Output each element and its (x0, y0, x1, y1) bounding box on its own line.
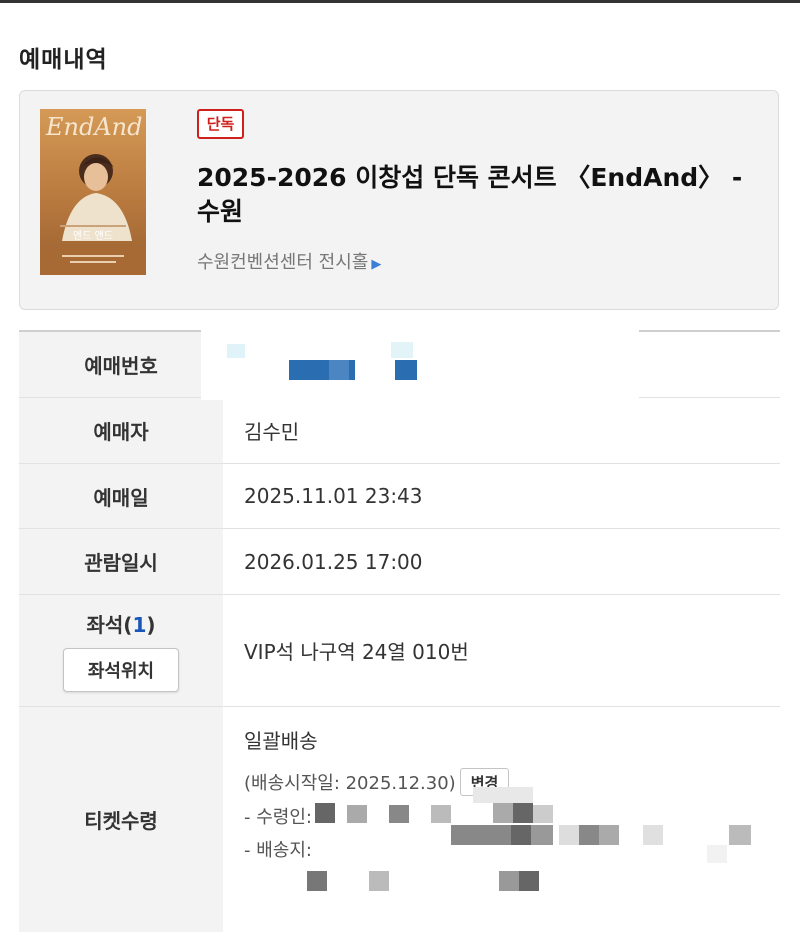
redacted-booking-number (223, 332, 643, 397)
viewing-datetime-label: 관람일시 (19, 529, 223, 594)
seat-value: VIP석 나구역 24열 010번 (244, 640, 469, 664)
booker-label: 예매자 (19, 398, 223, 463)
ticket-receipt-value: 일괄배송 (배송시작일: 2025.12.30) 변경 - 수령인: - 배송지… (223, 707, 780, 932)
ticket-receipt-label: 티켓수령 (19, 707, 223, 932)
viewing-datetime-value: 2026.01.25 17:00 (244, 549, 423, 574)
redacted-recipient-info (223, 707, 780, 932)
row-ticket-receipt: 티켓수령 일괄배송 (배송시작일: 2025.12.30) 변경 - 수령인: … (19, 707, 780, 932)
row-booking-number: 예매번호 (19, 330, 780, 400)
row-seat: 좌석(1) 좌석위치 VIP석 나구역 24열 010번 (19, 595, 780, 707)
seat-label: 좌석(1) (86, 613, 156, 637)
exclusive-badge: 단독 (197, 109, 244, 139)
venue-link[interactable]: 수원컨벤션센터 전시홀 ▶ (197, 248, 381, 274)
seat-position-button[interactable]: 좌석위치 (63, 648, 179, 692)
row-booker: 예매자 김수민 (19, 398, 780, 464)
booking-date-value: 2025.11.01 23:43 (244, 484, 423, 508)
event-card: EndAnd 엔드 앤드 단독 2025-2026 이창섭 단독 콘서트 〈En… (19, 90, 779, 310)
triangle-right-icon: ▶ (371, 257, 382, 272)
top-divider (0, 0, 800, 3)
row-viewing-datetime: 관람일시 2026.01.25 17:00 (19, 529, 780, 595)
booking-date-label: 예매일 (19, 464, 223, 528)
seat-count: 1 (132, 613, 147, 637)
event-title[interactable]: 2025-2026 이창섭 단독 콘서트 〈EndAnd〉 - 수원 (197, 161, 757, 229)
booker-value: 김수민 (244, 420, 300, 444)
row-booking-date: 예매일 2025.11.01 23:43 (19, 464, 780, 529)
venue-name: 수원컨벤션센터 전시홀 (197, 252, 369, 273)
seat-label-cell: 좌석(1) 좌석위치 (19, 595, 223, 706)
poster-script-text: EndAnd (45, 113, 143, 141)
page-title: 예매내역 (19, 47, 108, 73)
booking-number-value (201, 330, 780, 400)
event-poster[interactable]: EndAnd 엔드 앤드 (40, 109, 146, 275)
poster-caption: 엔드 앤드 (73, 230, 113, 242)
booking-details-table: 예매번호 예매자 김수민 예매일 2025.11.01 23:43 관람일시 2… (19, 330, 780, 932)
booking-number-label: 예매번호 (19, 332, 223, 397)
